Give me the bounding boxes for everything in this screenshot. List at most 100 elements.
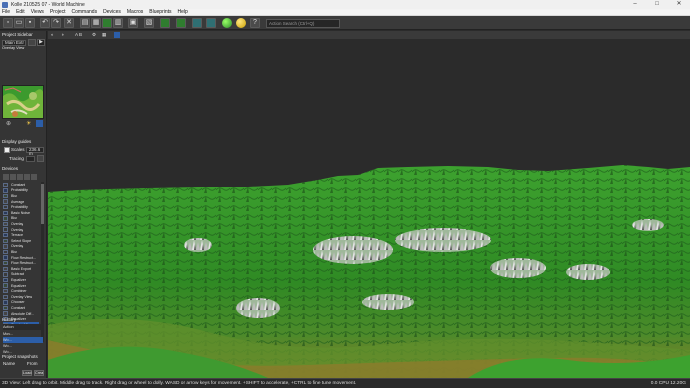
device-view-icon[interactable]: ▦ bbox=[91, 18, 101, 28]
device-icon bbox=[3, 210, 8, 216]
menu-views[interactable]: Views bbox=[31, 9, 44, 16]
menu-project[interactable]: Project bbox=[50, 9, 66, 16]
maximize-button[interactable]: □ bbox=[646, 0, 668, 9]
scrollbar-thumb[interactable] bbox=[41, 184, 44, 224]
menu-edit[interactable]: Edit bbox=[16, 9, 25, 16]
device-icon bbox=[3, 227, 8, 232]
settings-icon[interactable]: ⚙ bbox=[92, 32, 96, 38]
build-status-yellow-icon[interactable] bbox=[236, 18, 246, 28]
scales-checkbox[interactable] bbox=[4, 147, 10, 153]
build-tiles-icon[interactable] bbox=[176, 18, 186, 28]
active-view-icon[interactable] bbox=[114, 32, 120, 38]
sidebar-title: Project Sidebar bbox=[2, 32, 33, 37]
scales-label: Scales bbox=[11, 147, 25, 152]
explorer-icon[interactable]: ▥ bbox=[113, 18, 123, 28]
device-label: Probability bbox=[11, 205, 28, 210]
device-icon bbox=[3, 255, 8, 260]
open-project-icon[interactable]: ▭ bbox=[14, 18, 24, 28]
snapshot-create-button[interactable]: Crea bbox=[34, 370, 44, 376]
build-icon[interactable] bbox=[160, 18, 170, 28]
device-label: Blur bbox=[11, 216, 18, 221]
menu-bar: File Edit Views Project Commands Devices… bbox=[0, 9, 690, 16]
device-icon bbox=[3, 260, 8, 266]
menu-help[interactable]: Help bbox=[178, 9, 188, 16]
terrain-3d-viewport[interactable] bbox=[48, 40, 690, 378]
close-button[interactable]: ✕ bbox=[668, 0, 690, 9]
device-filter-icon[interactable] bbox=[3, 174, 9, 180]
device-label: Constant bbox=[11, 305, 26, 310]
tile-view-icon[interactable]: ▧ bbox=[144, 18, 154, 28]
device-group-icon[interactable] bbox=[17, 174, 23, 180]
snapshot-load-button[interactable]: Load bbox=[22, 370, 32, 376]
device-label: Overlay View bbox=[11, 294, 33, 299]
device-icon bbox=[3, 232, 8, 238]
view-toggle-icon[interactable] bbox=[36, 120, 43, 127]
snapshots-name-header: Name bbox=[3, 361, 16, 366]
terrain-view-icon[interactable] bbox=[102, 18, 112, 28]
preview-icon[interactable] bbox=[192, 18, 202, 28]
new-project-icon[interactable]: ▫ bbox=[3, 18, 13, 28]
device-label: Basic Export bbox=[11, 266, 32, 271]
zoom-in-icon[interactable]: ⊕ bbox=[6, 120, 11, 127]
device-menu-icon[interactable] bbox=[31, 174, 37, 180]
device-icon bbox=[3, 311, 8, 316]
minimap-image bbox=[3, 86, 43, 118]
terrain-minimap[interactable] bbox=[2, 85, 44, 119]
redo-icon[interactable]: ↷ bbox=[51, 18, 61, 28]
status-help-text: 3D View: Left drag to orbit. Middle drag… bbox=[2, 381, 357, 386]
undo-icon[interactable]: ↶ bbox=[40, 18, 50, 28]
help-icon[interactable]: ? bbox=[250, 18, 260, 28]
device-icon bbox=[3, 283, 8, 288]
camera-icon[interactable]: ◐ bbox=[51, 32, 54, 38]
device-icon bbox=[3, 216, 8, 221]
rock-outcrop bbox=[395, 228, 491, 252]
build-status-green-icon[interactable] bbox=[222, 18, 232, 28]
tracing-field[interactable] bbox=[26, 156, 35, 162]
rock-outcrop bbox=[236, 298, 280, 318]
menu-devices[interactable]: Devices bbox=[103, 9, 121, 16]
light-icon[interactable]: ☀ bbox=[26, 120, 31, 127]
device-icon bbox=[3, 204, 8, 210]
device-label: Combiner bbox=[11, 289, 27, 294]
world-settings-icon[interactable]: ▣ bbox=[128, 18, 138, 28]
device-icon bbox=[3, 305, 8, 311]
scales-value-field[interactable]: 236.6 m bbox=[26, 147, 44, 156]
world-settings-button[interactable] bbox=[28, 39, 36, 46]
devices-title: Devices bbox=[2, 166, 19, 171]
device-label: Blur bbox=[11, 249, 18, 254]
device-list-scrollbar[interactable] bbox=[41, 182, 44, 342]
device-search-icon[interactable] bbox=[24, 174, 30, 180]
layout-view-icon[interactable]: ▤ bbox=[80, 18, 90, 28]
device-icon bbox=[3, 221, 8, 227]
device-icon bbox=[3, 188, 8, 193]
device-icon bbox=[3, 193, 8, 199]
menu-file[interactable]: File bbox=[2, 9, 10, 16]
history-title: History bbox=[2, 317, 17, 322]
device-icon bbox=[3, 238, 8, 244]
menu-macros[interactable]: Macros bbox=[127, 9, 143, 16]
device-label: Average bbox=[11, 199, 25, 204]
light-mode-icon[interactable]: ◑ bbox=[61, 32, 64, 38]
play-icon[interactable]: ▶ bbox=[37, 39, 45, 46]
render-icon[interactable] bbox=[206, 18, 216, 28]
device-icon bbox=[3, 244, 8, 249]
device-icon bbox=[3, 294, 8, 300]
ab-compare-toggle[interactable]: A B bbox=[75, 32, 82, 38]
minimize-button[interactable]: – bbox=[624, 0, 646, 9]
device-icon bbox=[3, 266, 8, 272]
save-project-icon[interactable]: ▪ bbox=[25, 18, 35, 28]
device-icon bbox=[3, 272, 8, 277]
device-icon bbox=[3, 300, 8, 305]
tools-icon[interactable]: ✕ bbox=[64, 18, 74, 28]
device-label: Basic Noise bbox=[11, 210, 30, 215]
app-icon bbox=[2, 1, 8, 8]
rock-outcrop bbox=[632, 219, 664, 231]
grid-icon[interactable]: ▦ bbox=[102, 32, 106, 38]
menu-commands[interactable]: Commands bbox=[72, 9, 98, 16]
device-label: Flow Restruct... bbox=[11, 255, 36, 260]
viewport-toolbar: ◐ ◑ A B ⚙ ▦ bbox=[48, 31, 690, 39]
menu-blueprints[interactable]: Blueprints bbox=[149, 9, 171, 16]
device-sort-icon[interactable] bbox=[10, 174, 16, 180]
tracing-button[interactable] bbox=[37, 155, 44, 162]
action-search-input[interactable]: Action Search (Ctrl+Q) bbox=[266, 19, 340, 28]
